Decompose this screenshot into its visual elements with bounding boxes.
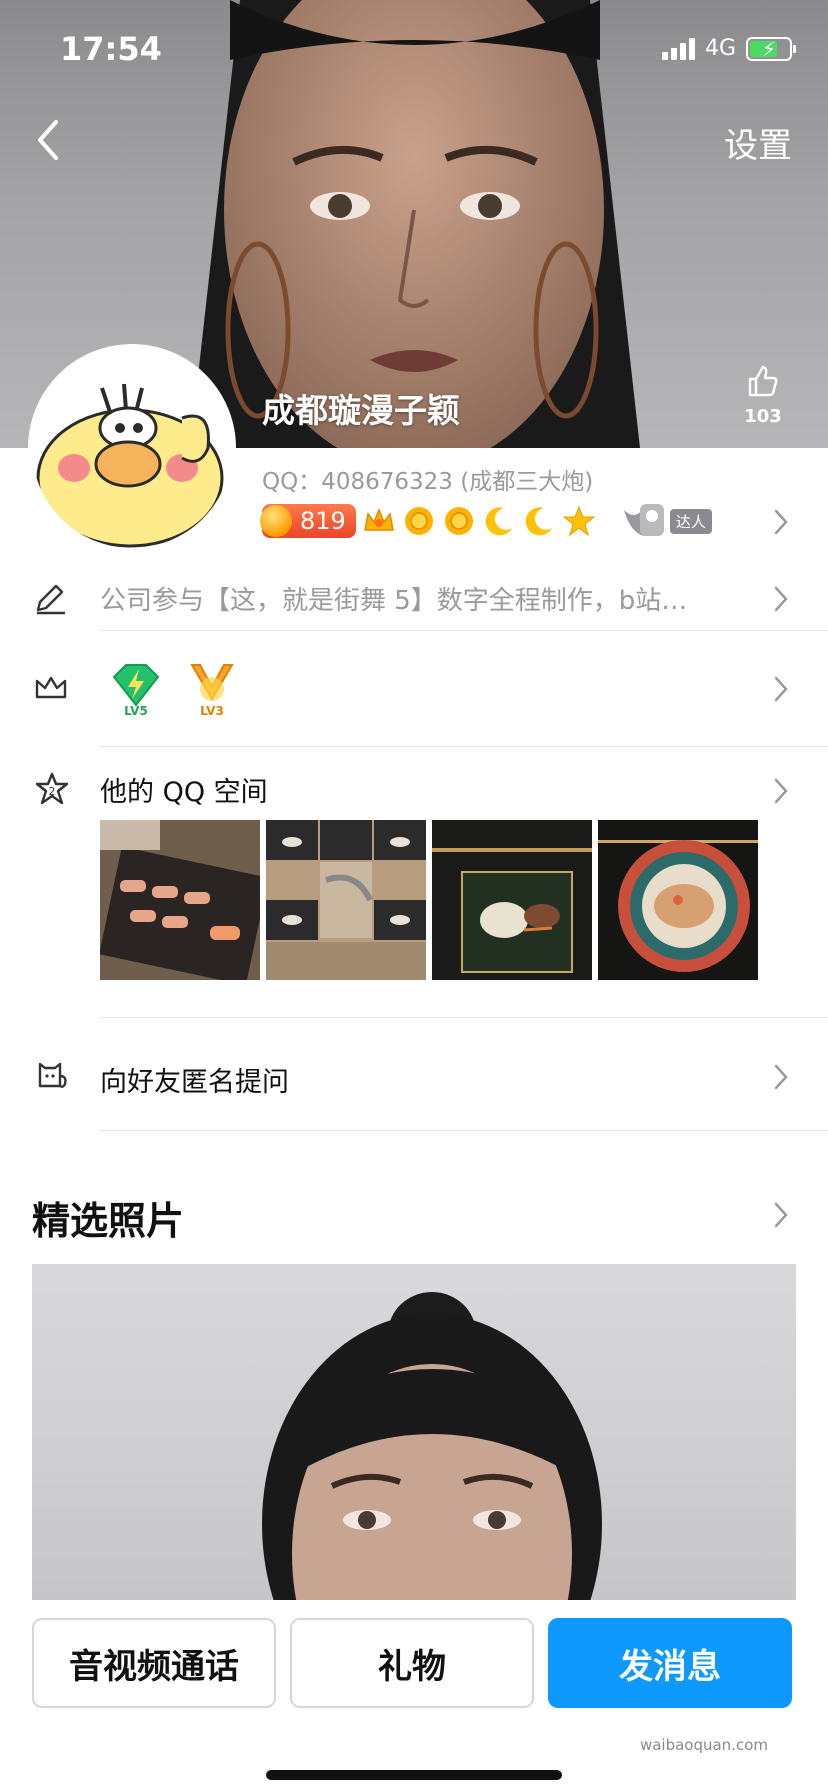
daren-badge: 达人 [620, 502, 712, 540]
daren-label: 达人 [669, 508, 712, 534]
coin-level-badge: 819 [260, 504, 356, 538]
sun-level-icon-2 [444, 507, 473, 535]
battery-icon: ⚡ [746, 36, 796, 61]
qzone-photo[interactable] [100, 820, 260, 980]
back-button[interactable] [28, 112, 68, 168]
chevron-right-icon[interactable] [774, 676, 788, 702]
star-icon-number: 2 [49, 785, 56, 798]
network-type: 4G [704, 36, 736, 61]
vip-green-badge: LV5 [106, 659, 166, 719]
like-count: 103 [744, 406, 782, 427]
qzone-photo[interactable] [432, 820, 592, 980]
qzone-photo[interactable] [266, 820, 426, 980]
level-badges[interactable]: 819 达人 [260, 502, 712, 540]
star-icon: 2 [35, 772, 69, 805]
chevron-right-icon[interactable] [774, 1064, 788, 1090]
plated-dish-image [432, 820, 592, 980]
avatar[interactable] [28, 344, 236, 552]
vip-green-level: LV5 [124, 704, 148, 718]
coin-icon [260, 505, 292, 537]
status-time: 17:54 [60, 30, 162, 68]
chevron-left-icon [38, 120, 58, 160]
vip-orange-level: LV3 [200, 704, 224, 718]
chevron-right-icon[interactable] [774, 586, 788, 612]
anonymous-ask-label[interactable]: 向好友匿名提问 [100, 1060, 289, 1099]
moon-level-icon-2 [525, 507, 552, 536]
signature-text[interactable]: 公司参与【这，就是街舞 5】数字全程制作，b站… [100, 580, 750, 617]
gift-button[interactable]: 礼物 [290, 1618, 534, 1708]
divider [100, 1130, 828, 1131]
home-indicator[interactable] [266, 1770, 562, 1780]
coin-level-value: 819 [300, 507, 346, 535]
sushi-collage-image [266, 820, 426, 980]
status-indicators: 4G ⚡ [661, 36, 796, 61]
chevron-right-icon[interactable] [774, 1202, 788, 1228]
avatar-duck-image [32, 348, 232, 548]
settings-button[interactable]: 设置 [724, 118, 792, 167]
moon-level-icon [485, 507, 512, 536]
bottom-action-bar: 音视频通话 礼物 发消息 waibaoquan.com [0, 1600, 828, 1792]
crown-icon [35, 676, 67, 699]
qzone-photo[interactable] [598, 820, 758, 980]
lightning-diamond-icon: LV5 [112, 664, 160, 718]
signal-icon [661, 37, 695, 60]
sun-level-icon [404, 507, 433, 535]
like-button[interactable]: 103 [736, 364, 790, 427]
featured-portrait-image [262, 1292, 602, 1604]
chevron-right-icon[interactable] [774, 509, 788, 535]
chevron-right-icon[interactable] [774, 778, 788, 804]
send-message-button[interactable]: 发消息 [548, 1618, 792, 1708]
sushi-platter-image [100, 820, 260, 980]
qq-number-line: QQ：408676323 (成都三大炮) [262, 469, 594, 495]
featured-photo[interactable] [32, 1264, 796, 1604]
featured-photos-title: 精选照片 [32, 1199, 185, 1243]
watermark-text: waibaoquan.com [639, 1736, 768, 1754]
vip-orange-badge: LV3 [182, 659, 242, 719]
ornate-bowl-image [598, 820, 758, 980]
qzone-title[interactable]: 他的 QQ 空间 [100, 770, 268, 809]
thumbs-up-icon [748, 365, 778, 397]
crown-level-icon [363, 508, 394, 531]
av-call-button[interactable]: 音视频通话 [32, 1618, 276, 1708]
pencil-icon [36, 584, 65, 615]
star-level-icon [562, 505, 596, 537]
vip-row[interactable]: LV5 LV3 [0, 631, 828, 746]
profile-nickname: 成都璇漫子颖 [262, 391, 460, 430]
qzone-thumbnails [100, 820, 758, 980]
cat-icon [38, 1062, 67, 1088]
v-heart-icon: LV3 [190, 664, 234, 718]
